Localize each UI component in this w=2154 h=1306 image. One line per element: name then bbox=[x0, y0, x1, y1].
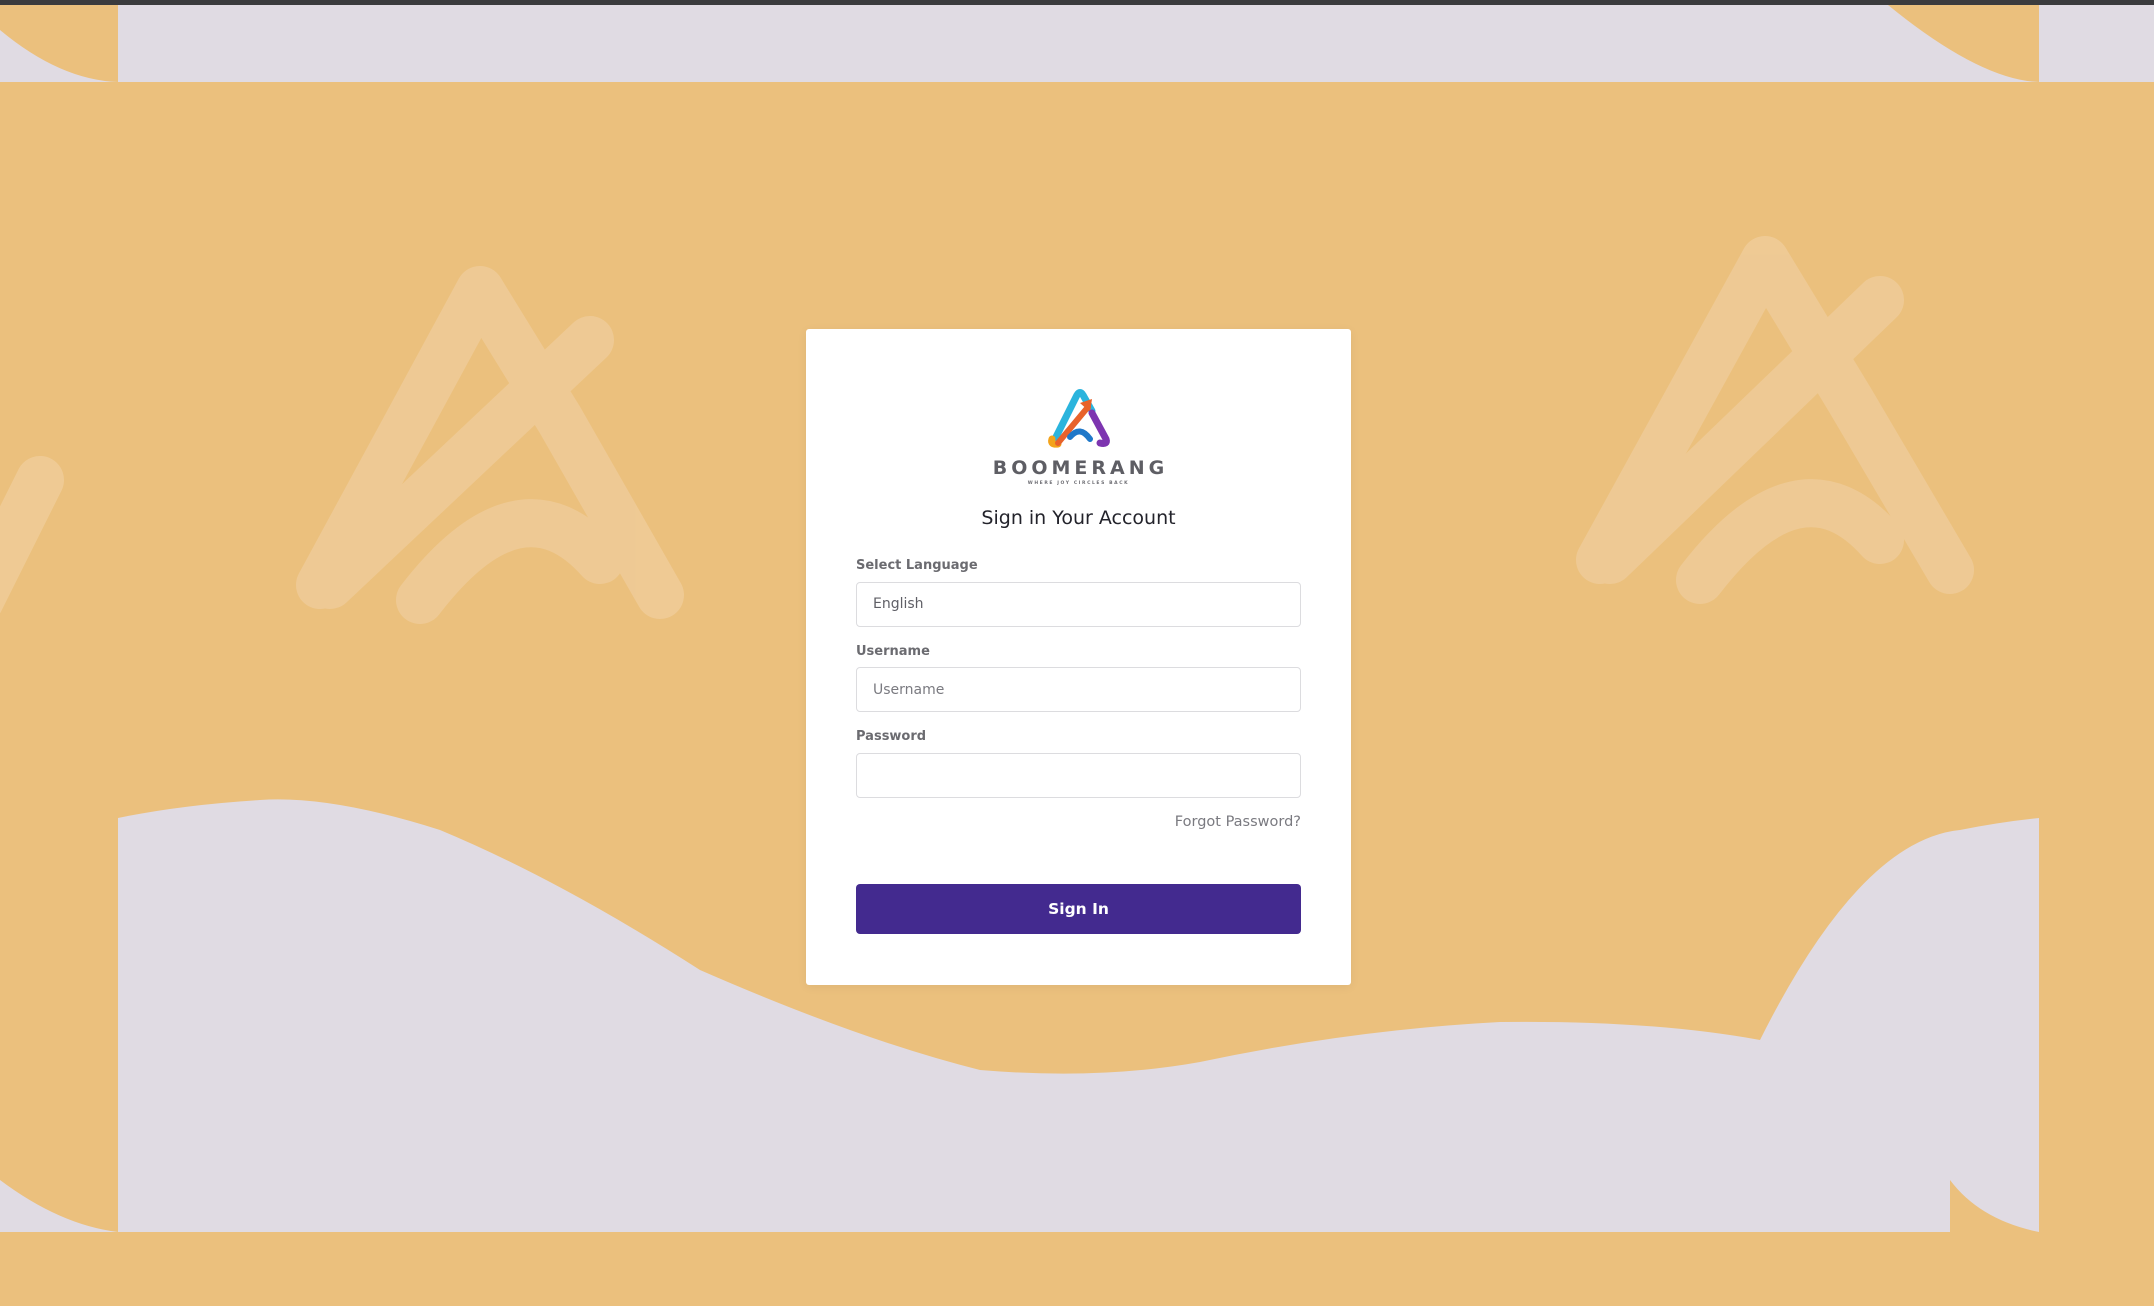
username-label: Username bbox=[856, 644, 930, 659]
username-input[interactable] bbox=[856, 667, 1301, 712]
brand-tagline: WHERE JOY CIRCLES BACK bbox=[1027, 481, 1130, 486]
login-card: BOOMERANG WHERE JOY CIRCLES BACK Sign in… bbox=[806, 329, 1351, 985]
language-selected-value: English bbox=[873, 596, 924, 612]
page-title: Sign in Your Account bbox=[981, 507, 1176, 529]
language-select[interactable]: English bbox=[856, 582, 1301, 627]
brand-name: BOOMERANG bbox=[992, 457, 1169, 479]
login-page: BOOMERANG WHERE JOY CIRCLES BACK Sign in… bbox=[0, 0, 2154, 1306]
boomerang-logo-icon bbox=[1047, 389, 1110, 448]
language-label: Select Language bbox=[856, 558, 978, 573]
password-label: Password bbox=[856, 729, 927, 744]
browser-top-bar bbox=[0, 0, 2154, 5]
brand-logo: BOOMERANG WHERE JOY CIRCLES BACK bbox=[806, 381, 1351, 486]
forgot-password-link[interactable]: Forgot Password? bbox=[1175, 814, 1301, 830]
sign-in-button[interactable]: Sign In bbox=[856, 884, 1301, 934]
password-input[interactable] bbox=[856, 753, 1301, 798]
